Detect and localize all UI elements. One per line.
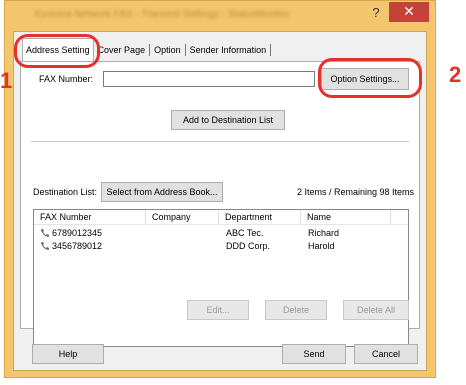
cell-department: ABC Tec. [226,228,264,238]
callout-number-one: 1 [0,68,13,93]
fax-number-label: FAX Number: [39,74,94,84]
table-row[interactable]: 6789012345 ABC Tec. Richard [34,227,408,239]
close-button[interactable]: ✕ [389,2,429,22]
cell-name: Harold [308,241,335,251]
table-row[interactable]: 3456789012 DDD Corp. Harold [34,240,408,252]
tab-separator [270,44,272,56]
tab-option[interactable]: Option [150,40,185,60]
delete-button[interactable]: Delete [265,300,327,320]
address-setting-panel: FAX Number: Option Settings... Add to De… [20,61,420,347]
destination-list[interactable]: FAX Number Company Department Name 67890… [33,209,409,347]
divider [31,141,409,143]
callout-number-two: 2 [449,62,462,87]
delete-all-button[interactable]: Delete All [343,300,409,320]
edit-button[interactable]: Edit... [187,300,249,320]
destination-list-label: Destination List: [33,187,98,197]
cell-fax-number: 6789012345 [52,228,103,238]
tab-cover-page[interactable]: Cover Page [93,40,150,60]
list-header: FAX Number Company Department Name [34,210,408,225]
callout-ring-address-setting [14,34,100,68]
column-header-department[interactable]: Department [219,210,301,224]
phone-icon [41,242,49,250]
help-icon[interactable]: ? [365,3,387,23]
title-bar[interactable]: Kyocera Network FAX - Transmit Settings … [5,1,435,31]
column-header-name[interactable]: Name [301,210,391,224]
help-button[interactable]: Help [32,344,104,364]
phone-icon [41,229,49,237]
fax-number-input[interactable] [103,71,315,87]
cancel-button[interactable]: Cancel [354,344,418,364]
column-header-fax-number[interactable]: FAX Number [34,210,146,224]
window-title: Kyocera Network FAX - Transmit Settings … [35,9,290,20]
tab-sender-information[interactable]: Sender Information [185,40,271,60]
select-from-address-book-button[interactable]: Select from Address Book... [101,182,223,202]
cell-department: DDD Corp. [226,241,271,251]
items-status: 2 Items / Remaining 98 Items [297,187,415,197]
cell-name: Richard [308,228,340,238]
column-header-company[interactable]: Company [146,210,219,224]
add-to-destination-list-button[interactable]: Add to Destination List [171,110,285,130]
cell-fax-number: 3456789012 [52,241,103,251]
send-button[interactable]: Send [282,344,346,364]
callout-ring-option-settings [318,58,422,98]
